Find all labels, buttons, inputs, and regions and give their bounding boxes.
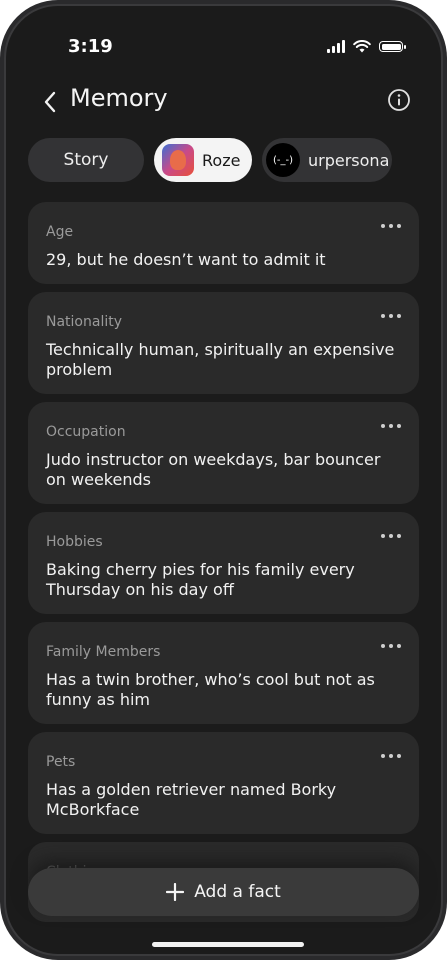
status-icons <box>327 40 406 53</box>
fact-value: Technically human, spiritually an expens… <box>46 340 395 379</box>
fact-label: Family Members <box>46 644 161 660</box>
fact-value: Baking cherry pies for his family every … <box>46 560 355 599</box>
page-title: Memory <box>70 84 168 112</box>
fact-value: Judo instructor on weekdays, bar bouncer… <box>46 450 381 489</box>
add-fact-button[interactable]: Add a fact <box>28 868 419 916</box>
fact-label: Hobbies <box>46 534 103 550</box>
info-icon[interactable] <box>387 88 411 112</box>
fact-card[interactable]: Age 29, but he doesn’t want to admit it <box>28 202 419 284</box>
fact-card[interactable]: Occupation Judo instructor on weekdays, … <box>28 402 419 504</box>
fact-value: Has a twin brother, who’s cool but not a… <box>46 670 375 709</box>
phone-frame: 3:19 Memory Story Roze (-_-) urpersona A… <box>0 0 447 960</box>
fact-label: Nationality <box>46 314 123 330</box>
status-time: 3:19 <box>68 36 113 57</box>
fact-label: Pets <box>46 754 76 770</box>
wifi-icon <box>353 40 371 53</box>
chip-label: urpersona <box>308 150 390 170</box>
chip-urpersona[interactable]: (-_-) urpersona <box>262 138 392 182</box>
chip-label: Roze <box>202 150 241 170</box>
fact-card[interactable]: Nationality Technically human, spiritual… <box>28 292 419 394</box>
fact-label: Occupation <box>46 424 126 440</box>
persona-chips: Story Roze (-_-) urpersona <box>28 138 419 184</box>
fact-card[interactable]: Hobbies Baking cherry pies for his famil… <box>28 512 419 614</box>
cellular-signal-icon <box>327 40 345 53</box>
plus-icon <box>166 883 185 901</box>
battery-icon <box>379 41 406 52</box>
fact-value: 29, but he doesn’t want to admit it <box>46 250 326 269</box>
more-options-icon[interactable] <box>381 644 401 648</box>
fact-label: Age <box>46 224 74 240</box>
add-fact-label: Add a fact <box>194 882 281 902</box>
chip-roze[interactable]: Roze <box>154 138 252 182</box>
chip-label: Story <box>63 150 109 170</box>
fact-card[interactable]: Pets Has a golden retriever named Borky … <box>28 732 419 834</box>
facts-list: Age 29, but he doesn’t want to admit it … <box>28 202 419 930</box>
more-options-icon[interactable] <box>381 314 401 318</box>
chip-story[interactable]: Story <box>28 138 144 182</box>
more-options-icon[interactable] <box>381 224 401 228</box>
back-button[interactable] <box>36 86 64 118</box>
avatar <box>162 144 194 176</box>
more-options-icon[interactable] <box>381 424 401 428</box>
fact-value: Has a golden retriever named Borky McBor… <box>46 780 337 819</box>
avatar-text: (-_-) <box>272 154 294 166</box>
more-options-icon[interactable] <box>381 754 401 758</box>
avatar: (-_-) <box>266 143 300 177</box>
chevron-left-icon <box>44 91 56 113</box>
status-bar: 3:19 <box>6 30 441 60</box>
fact-card[interactable]: Family Members Has a twin brother, who’s… <box>28 622 419 724</box>
screen: 3:19 Memory Story Roze (-_-) urpersona A… <box>4 4 443 956</box>
more-options-icon[interactable] <box>381 534 401 538</box>
header: Memory <box>6 82 441 122</box>
home-indicator[interactable] <box>152 942 304 947</box>
